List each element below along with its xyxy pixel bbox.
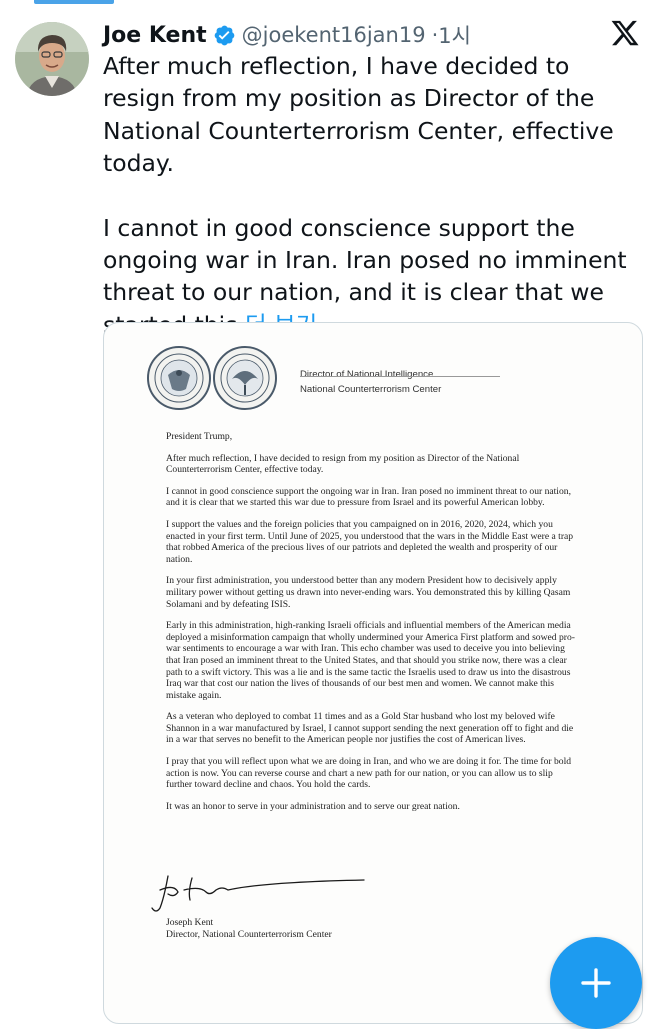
letter-paragraph: It was an honor to serve in your adminis… [166, 800, 460, 812]
avatar-photo [15, 22, 89, 96]
avatar[interactable] [15, 22, 89, 96]
odni-seal-icon [147, 346, 211, 410]
letterhead-line: Director of National Intelligence [300, 369, 434, 380]
letter-paragraph: I cannot in good conscience support the … [166, 485, 571, 509]
signer-name: Joseph Kent [166, 917, 214, 928]
tweet-text: After much reflection, I have decided to… [103, 50, 638, 341]
letter-paragraph: As a veteran who deployed to combat 11 t… [166, 711, 574, 746]
letterhead-divider [300, 376, 500, 377]
letter-paragraph: After much reflection, I have decided to… [166, 452, 520, 476]
tweet-header: Joe Kent @joekent16jan19 · 1시 [103, 20, 471, 50]
letter-paragraph: In your first administration, you unders… [166, 575, 571, 610]
tweet-paragraph-text: I cannot in good conscience support the … [103, 213, 627, 339]
meta-separator: · [431, 23, 439, 47]
letter-salutation: President Trump, [166, 431, 233, 442]
letter-paragraph: I support the values and the foreign pol… [166, 518, 574, 565]
tab-indicator [34, 0, 114, 4]
nctc-seal-icon [213, 346, 277, 410]
author-name[interactable]: Joe Kent [103, 23, 207, 48]
signature-block: Joseph Kent Director, National Counterte… [166, 917, 332, 941]
tweet-time[interactable]: 1시 [438, 20, 471, 50]
letter-paragraph: I pray that you will reflect upon what w… [166, 756, 572, 791]
verified-badge-icon [214, 25, 234, 45]
compose-button[interactable] [550, 937, 642, 1029]
attached-image[interactable]: Director of National Intelligence Nation… [103, 322, 643, 1024]
letter-body: President Trump, After much reflection, … [166, 431, 578, 822]
plus-icon [581, 968, 611, 998]
letterhead: Director of National Intelligence Nation… [300, 367, 441, 397]
x-logo-icon[interactable] [610, 18, 640, 48]
tweet-paragraph: After much reflection, I have decided to… [103, 52, 614, 178]
signer-title: Director, National Counterterrorism Cent… [166, 929, 332, 940]
letterhead-line: National Counterterrorism Center [300, 384, 442, 395]
author-handle[interactable]: @joekent16jan19 [242, 23, 426, 47]
letter-paragraph: Early in this administration, high-ranki… [166, 620, 575, 701]
handwritten-signature [151, 875, 365, 912]
